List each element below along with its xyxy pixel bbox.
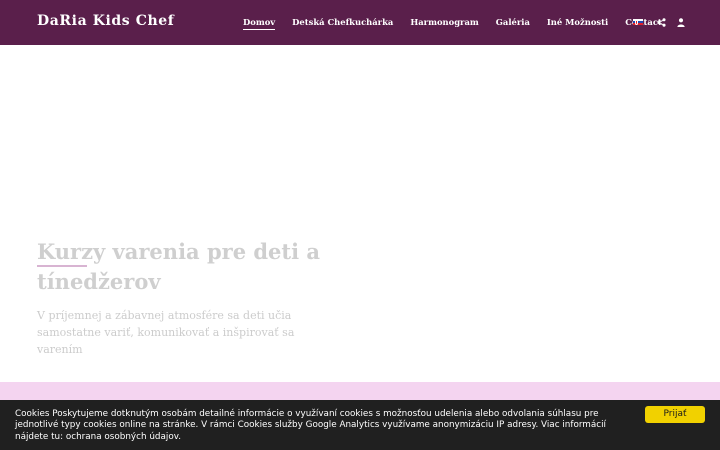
share-icon[interactable] <box>656 17 666 27</box>
top-navigation-bar: DaRia Kids Chef Domov Detská Chefkuchárk… <box>0 0 720 45</box>
nav-item-galeria[interactable]: Galéria <box>496 17 530 27</box>
hero-subtitle: V príjemnej a zábavnej atmosfére sa deti… <box>37 309 295 356</box>
slovak-flag-icon[interactable] <box>633 18 643 26</box>
user-icon[interactable] <box>676 17 686 27</box>
hero-title: Kurzy varenia pre deti a tínedžerov <box>37 239 321 294</box>
site-brand-logo[interactable]: DaRia Kids Chef <box>37 13 174 29</box>
accept-cookies-button[interactable]: Prijať <box>645 406 705 423</box>
main-nav: Domov Detská Chefkuchárka Harmonogram Ga… <box>243 17 679 30</box>
nav-item-ine-moznosti[interactable]: Iné Možnosti <box>547 17 608 27</box>
hero-title-underline <box>37 265 87 267</box>
nav-item-detska-chefkucharka[interactable]: Detská Chefkuchárka <box>292 17 393 27</box>
nav-icons <box>633 17 696 27</box>
nav-item-domov[interactable]: Domov <box>243 17 276 30</box>
nav-item-harmonogram[interactable]: Harmonogram <box>410 17 478 27</box>
cookie-banner-text: Cookies Poskytujeme dotknutým osobám det… <box>15 409 606 442</box>
